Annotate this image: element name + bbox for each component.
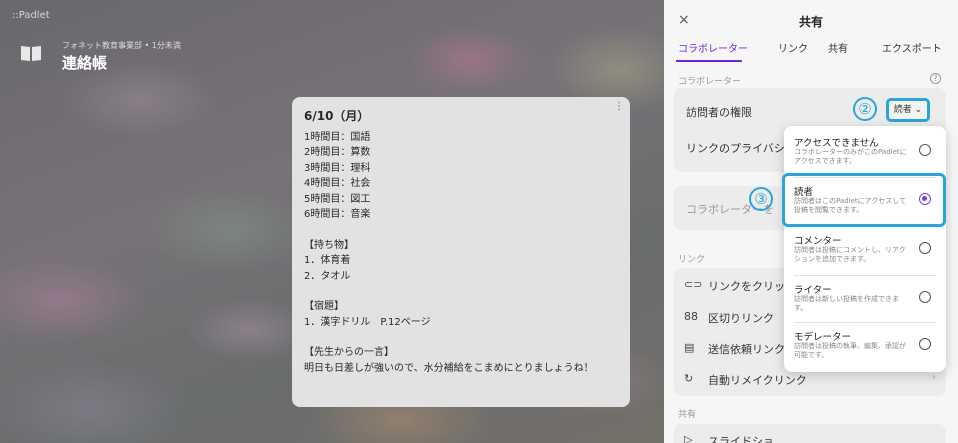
post-line: 【先生からの一言】 bbox=[304, 347, 394, 359]
link-row-remake[interactable]: 自動リメイクリンク bbox=[708, 372, 807, 388]
option-title: コメンター bbox=[794, 236, 842, 247]
option-moderator[interactable]: モデレーター 訪問者は投稿の執筆、編集、承認が可能です。 bbox=[784, 324, 946, 370]
more-vertical-icon[interactable]: ⋮ bbox=[614, 101, 624, 112]
chevron-right-icon: › bbox=[932, 372, 936, 383]
divider bbox=[794, 322, 936, 323]
option-title: モデレーター bbox=[794, 332, 852, 343]
link-row-request[interactable]: 送信依頼リンク bbox=[708, 341, 785, 357]
tab-export[interactable]: エクスポート bbox=[882, 40, 942, 55]
post-line: 6時間目：音楽 bbox=[304, 208, 371, 220]
grid-icon: 88 bbox=[684, 310, 698, 323]
share-group: ▷ スライドショ bbox=[674, 424, 946, 443]
help-icon[interactable]: ? bbox=[930, 73, 941, 84]
tab-link[interactable]: リンク bbox=[778, 40, 808, 55]
post-line: 4時間目：社会 bbox=[304, 178, 371, 190]
callout-3: ③ bbox=[749, 187, 773, 211]
link-section-label: リンク bbox=[678, 255, 706, 265]
option-desc: 訪問者は投稿にコメントし、リアクションを追加できます。 bbox=[794, 246, 906, 263]
visitor-permission-select[interactable]: 読者 ⌄ bbox=[886, 98, 930, 122]
board-title: 連絡帳 bbox=[62, 54, 108, 72]
post-line: 2時間目：算数 bbox=[304, 147, 371, 159]
post-line bbox=[304, 222, 618, 237]
visitor-permission-value: 読者 bbox=[893, 105, 912, 115]
request-icon: ▤ bbox=[684, 341, 695, 354]
option-commenter[interactable]: コメンター 訪問者は投稿にコメントし、リアクションを追加できます。 bbox=[784, 228, 946, 274]
option-desc: 訪問者は新しい投稿を作成できます。 bbox=[794, 295, 899, 312]
slideshow-row[interactable]: スライドショ bbox=[708, 433, 774, 443]
radio-button[interactable] bbox=[919, 291, 931, 303]
post-line: 3時間目：理科 bbox=[304, 162, 371, 174]
option-no-access[interactable]: アクセスできません コラボレーターのみがこのPadletにアクセスできます。 bbox=[784, 130, 946, 176]
collaborators-section-label: コラボレーター bbox=[678, 77, 742, 87]
option-writer[interactable]: ライター 訪問者は新しい投稿を作成できます。 bbox=[784, 277, 946, 323]
radio-button[interactable] bbox=[919, 144, 931, 156]
post-line bbox=[304, 330, 618, 345]
callout-2: ② bbox=[853, 97, 877, 121]
link-row-copy[interactable]: リンクをクリッ bbox=[708, 278, 785, 294]
board-subtitle: フォネット教育事業部 • 1分未満 bbox=[62, 41, 181, 50]
post-card[interactable]: 6/10（月） ⋮ 1時間目：国語 2時間目：算数 3時間目：理科 4時間目：社… bbox=[292, 97, 630, 407]
share-section-label: 共有 bbox=[678, 410, 697, 420]
post-line: 5時間目：図工 bbox=[304, 193, 371, 205]
post-line: 1．漢字ドリル P.12ページ bbox=[304, 316, 431, 328]
active-tab-indicator bbox=[676, 60, 742, 62]
post-line: 【持ち物】 bbox=[304, 239, 354, 251]
share-tabs: コラボレーター リンク 共有 エクスポート bbox=[664, 40, 958, 62]
option-title: ライター bbox=[794, 285, 832, 296]
link-privacy-label[interactable]: リンクのプライバシ bbox=[686, 140, 785, 156]
divider bbox=[794, 275, 936, 276]
radio-button[interactable] bbox=[919, 338, 931, 350]
post-line: 1時間目：国語 bbox=[304, 132, 371, 143]
play-icon: ▷ bbox=[684, 433, 693, 443]
selected-option-highlight bbox=[782, 173, 946, 227]
post-title: 6/10（月） bbox=[304, 109, 370, 123]
visitor-permission-label: 訪問者の権限 bbox=[686, 106, 752, 119]
tab-share[interactable]: 共有 bbox=[828, 40, 848, 55]
option-desc: 訪問者は投稿の執筆、編集、承認が可能です。 bbox=[794, 342, 906, 359]
post-line: 1．体育着 bbox=[304, 255, 351, 267]
padlet-logo[interactable]: ::Padlet bbox=[12, 10, 50, 21]
book-icon bbox=[21, 46, 41, 61]
option-desc: コラボレーターのみがこのPadletにアクセスできます。 bbox=[794, 148, 907, 165]
option-title: アクセスできません bbox=[794, 138, 879, 149]
permission-dropdown: アクセスできません コラボレーターのみがこのPadletにアクセスできます。 読… bbox=[784, 126, 946, 372]
post-line: 2．タオル bbox=[304, 270, 351, 282]
post-line: 明日も日差しが強いので、水分補給をこまめにとりましょうね！ bbox=[304, 362, 594, 374]
post-line: 【宿題】 bbox=[304, 301, 344, 313]
link-row-split[interactable]: 区切りリンク bbox=[708, 310, 774, 326]
remake-icon: ↻ bbox=[684, 372, 694, 385]
chevron-down-icon: ⌄ bbox=[914, 105, 923, 115]
tab-collaborators[interactable]: コラボレーター bbox=[678, 40, 748, 55]
post-line bbox=[304, 284, 618, 299]
radio-button[interactable] bbox=[919, 242, 931, 254]
panel-title: 共有 bbox=[798, 15, 823, 29]
link-icon: ⊂⊃ bbox=[684, 278, 703, 291]
